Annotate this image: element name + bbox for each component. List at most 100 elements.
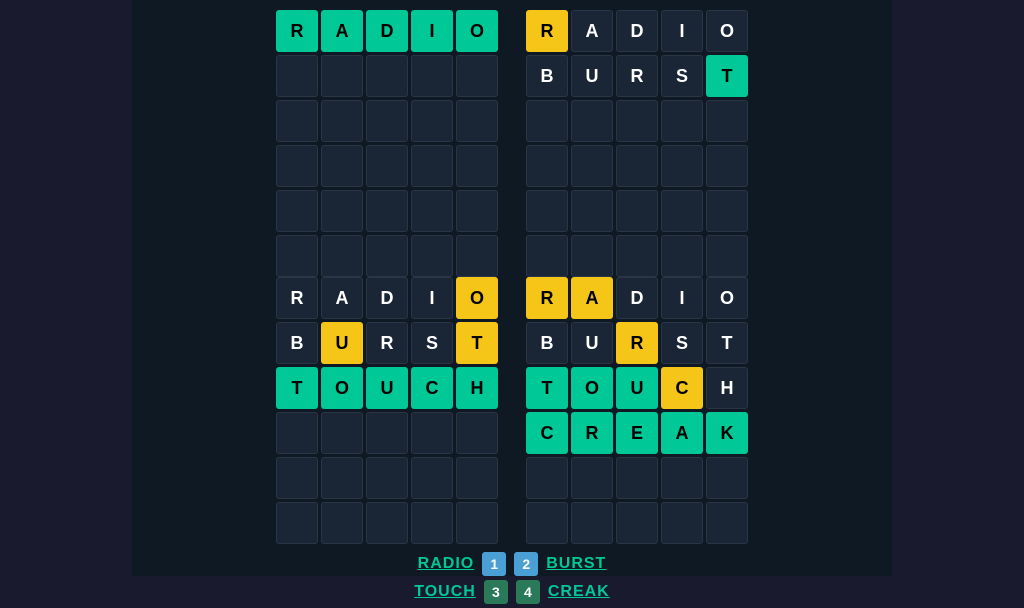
board-row xyxy=(526,190,748,232)
cell xyxy=(411,457,453,499)
board-row: B U R S T xyxy=(526,55,748,97)
cell: C xyxy=(411,367,453,409)
cell: R xyxy=(616,55,658,97)
board-row xyxy=(526,235,748,277)
cell: D xyxy=(616,277,658,319)
cell xyxy=(661,502,703,544)
cell xyxy=(276,100,318,142)
cell xyxy=(526,502,568,544)
cell xyxy=(321,457,363,499)
cell: O xyxy=(321,367,363,409)
cell xyxy=(276,145,318,187)
cell: B xyxy=(276,322,318,364)
cell: R xyxy=(276,277,318,319)
board-row: B U R S T xyxy=(276,322,498,364)
cell xyxy=(661,457,703,499)
cell: T xyxy=(456,322,498,364)
cell xyxy=(526,457,568,499)
cell xyxy=(526,100,568,142)
footer-num-2[interactable]: 2 xyxy=(514,552,538,576)
cell xyxy=(456,100,498,142)
cell xyxy=(321,55,363,97)
footer-num-1[interactable]: 1 xyxy=(482,552,506,576)
cell xyxy=(571,457,613,499)
game-container: R A D I O xyxy=(132,0,892,576)
cell xyxy=(411,235,453,277)
cell xyxy=(526,190,568,232)
board-row xyxy=(276,502,498,544)
cell: T xyxy=(276,367,318,409)
cell xyxy=(411,502,453,544)
board-row xyxy=(526,100,748,142)
board-row: C R E A K xyxy=(526,412,748,454)
cell xyxy=(366,235,408,277)
cell xyxy=(366,457,408,499)
cell: S xyxy=(661,322,703,364)
footer: RADIO 1 2 BURST TOUCH 3 4 CREAK xyxy=(414,552,609,608)
board-row xyxy=(526,457,748,499)
footer-word-touch[interactable]: TOUCH xyxy=(414,583,476,601)
cell: A xyxy=(321,277,363,319)
cell xyxy=(366,55,408,97)
cell: I xyxy=(411,10,453,52)
cell: T xyxy=(706,322,748,364)
cell xyxy=(411,55,453,97)
cell: A xyxy=(321,10,363,52)
cell: A xyxy=(571,277,613,319)
cell: R xyxy=(526,277,568,319)
cell xyxy=(571,235,613,277)
cell xyxy=(321,502,363,544)
cell: C xyxy=(661,367,703,409)
cell: U xyxy=(366,367,408,409)
cell xyxy=(276,412,318,454)
cell: R xyxy=(276,10,318,52)
cell xyxy=(411,412,453,454)
cell: S xyxy=(411,322,453,364)
cell xyxy=(616,502,658,544)
cell: U xyxy=(321,322,363,364)
cell: O xyxy=(456,10,498,52)
footer-word-creak[interactable]: CREAK xyxy=(548,583,610,601)
cell xyxy=(321,190,363,232)
cell xyxy=(571,502,613,544)
board-row xyxy=(276,145,498,187)
cell xyxy=(616,235,658,277)
cell xyxy=(411,100,453,142)
cell xyxy=(321,100,363,142)
cell: U xyxy=(616,367,658,409)
cell: R xyxy=(526,10,568,52)
board-row xyxy=(526,145,748,187)
cell xyxy=(366,145,408,187)
cell xyxy=(456,412,498,454)
cell: D xyxy=(616,10,658,52)
cell: A xyxy=(571,10,613,52)
cell: I xyxy=(661,277,703,319)
board-row xyxy=(276,412,498,454)
cell xyxy=(661,145,703,187)
footer-row-1: RADIO 1 2 BURST xyxy=(418,552,607,576)
footer-word-burst[interactable]: BURST xyxy=(546,555,606,573)
cell: O xyxy=(706,10,748,52)
cell: E xyxy=(616,412,658,454)
cell: O xyxy=(706,277,748,319)
cell xyxy=(276,235,318,277)
cell xyxy=(706,190,748,232)
cell xyxy=(526,145,568,187)
cell xyxy=(661,190,703,232)
board-top-right: R A D I O B U R S T xyxy=(526,10,748,277)
cell xyxy=(276,55,318,97)
footer-word-radio[interactable]: RADIO xyxy=(418,555,475,573)
cell: U xyxy=(571,322,613,364)
cell: H xyxy=(706,367,748,409)
cell xyxy=(706,145,748,187)
cell xyxy=(366,100,408,142)
cell xyxy=(276,457,318,499)
cell: R xyxy=(571,412,613,454)
cell xyxy=(456,457,498,499)
cell: R xyxy=(616,322,658,364)
cell: B xyxy=(526,55,568,97)
board-row: R A D I O xyxy=(276,277,498,319)
footer-num-4[interactable]: 4 xyxy=(516,580,540,604)
cell xyxy=(456,145,498,187)
footer-num-3[interactable]: 3 xyxy=(484,580,508,604)
